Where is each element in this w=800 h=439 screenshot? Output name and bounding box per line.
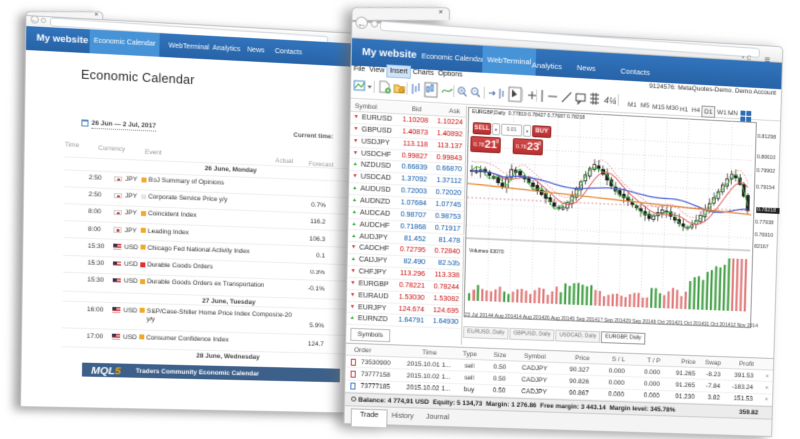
svg-text:4¼: 4¼ (604, 96, 616, 106)
